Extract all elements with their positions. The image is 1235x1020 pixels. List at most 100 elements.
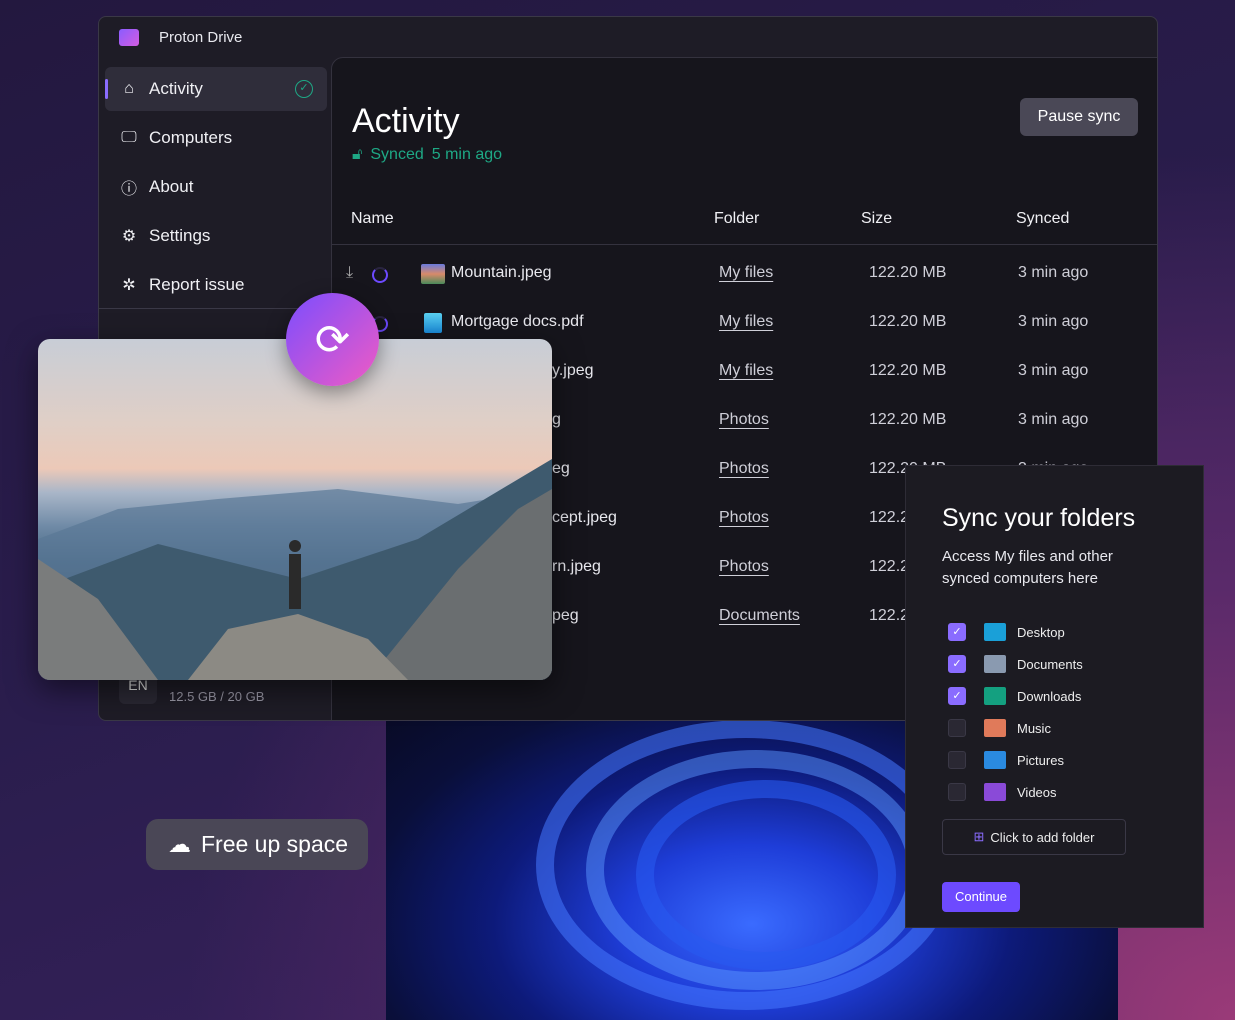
continue-button[interactable]: Continue (942, 882, 1020, 912)
folder-label: Music (1017, 720, 1051, 736)
column-header-folder[interactable]: Folder (714, 210, 759, 228)
checkbox[interactable]: ✓ (948, 655, 966, 673)
file-name: Mortgage docs.pdf (451, 313, 584, 330)
folder-link[interactable]: Photos (719, 509, 769, 527)
sidebar-item-label: Computers (149, 128, 233, 147)
pause-sync-button[interactable]: Pause sync (1020, 98, 1138, 136)
lock-icon: 🔓︎ (352, 146, 363, 163)
sidebar-nav: ⌂ Activity ✓ 🖵 Computers ⓘ About ⚙ Settings ✲… (105, 67, 327, 312)
image-thumbnail-icon (421, 264, 445, 284)
table-row[interactable]: ⤓ Mountain.jpeg My files 122.20 MB 3 min… (332, 250, 1157, 299)
cloud-icon: ☁ (168, 831, 191, 857)
folder-icon (984, 719, 1006, 737)
folder-label: Downloads (1017, 688, 1082, 704)
sidebar-item-activity[interactable]: ⌂ Activity ✓ (105, 67, 327, 111)
check-circle-icon: ✓ (295, 80, 313, 98)
title-bar: Proton Drive (99, 17, 1157, 57)
file-size: 122.20 MB (869, 313, 947, 330)
checkbox[interactable] (948, 751, 966, 769)
file-size: 122.2 (869, 509, 910, 526)
sidebar-item-computers[interactable]: 🖵 Computers (105, 116, 327, 160)
synced-time: 3 min ago (1018, 264, 1089, 281)
page-title: Activity (352, 102, 460, 140)
synced-time: 3 min ago (1018, 362, 1089, 379)
file-size: 122.20 MB (869, 264, 947, 281)
folder-label: Desktop (1017, 624, 1065, 640)
file-size: 122.20 MB (869, 411, 947, 428)
column-header-name[interactable]: Name (351, 210, 394, 228)
sync-folders-panel: Sync your folders Access My files and ot… (905, 465, 1204, 928)
mountain-illustration (38, 459, 552, 680)
info-icon: ⓘ (120, 181, 137, 198)
file-name: rn.jpeg (552, 558, 601, 575)
mountain-photo (38, 339, 552, 680)
file-name: peg (552, 607, 579, 624)
sync-icon: ⟳ (286, 293, 379, 386)
folder-option[interactable]: Videos (948, 782, 1057, 802)
panel-title: Sync your folders (942, 504, 1136, 532)
synced-time: 3 min ago (1018, 313, 1089, 330)
folder-option[interactable]: ✓ Documents (948, 654, 1083, 674)
loading-spinner-icon (372, 267, 388, 283)
image-file-icon (424, 313, 442, 333)
folder-link[interactable]: Photos (719, 411, 769, 429)
folder-icon (984, 655, 1006, 673)
file-name: g (552, 411, 561, 428)
free-up-label: Free up space (201, 831, 349, 857)
folder-link[interactable]: Documents (719, 607, 800, 625)
status-text: Synced (370, 146, 424, 163)
folder-label: Pictures (1017, 752, 1064, 768)
folder-add-icon: ⊞ (973, 829, 985, 844)
folder-link[interactable]: My files (719, 264, 773, 282)
file-size: 122.20 MB (869, 362, 947, 379)
file-name: cept.jpeg (552, 509, 617, 526)
sidebar-item-label: About (149, 177, 194, 196)
folder-icon (984, 751, 1006, 769)
column-header-size[interactable]: Size (861, 210, 892, 228)
monitor-icon: 🖵 (121, 129, 137, 146)
folder-option[interactable]: ✓ Desktop (948, 622, 1065, 642)
checkbox[interactable]: ✓ (948, 623, 966, 641)
proton-drive-logo-icon (119, 28, 139, 46)
download-icon: ⤓ (346, 264, 354, 281)
sidebar-item-settings[interactable]: ⚙ Settings (105, 214, 327, 258)
home-icon: ⌂ (124, 80, 134, 97)
file-size: 122.2 (869, 558, 910, 575)
gear-icon: ⚙ (121, 228, 137, 245)
sync-status: 🔓︎ Synced 5 min ago (352, 146, 502, 164)
file-name: eg (552, 460, 570, 477)
folder-link[interactable]: Photos (719, 558, 769, 576)
folder-label: Videos (1017, 784, 1057, 800)
folder-option[interactable]: Music (948, 718, 1051, 738)
checkbox[interactable] (948, 783, 966, 801)
bug-icon: ✲ (122, 277, 136, 294)
sidebar-item-report-issue[interactable]: ✲ Report issue (105, 263, 327, 307)
checkbox[interactable] (948, 719, 966, 737)
folder-option[interactable]: Pictures (948, 750, 1064, 770)
folder-icon (984, 687, 1006, 705)
folder-link[interactable]: My files (719, 362, 773, 380)
column-header-synced[interactable]: Synced (1016, 210, 1069, 228)
synced-time: 3 min ago (1018, 411, 1089, 428)
folder-icon (984, 783, 1006, 801)
sidebar-item-label: Report issue (149, 275, 245, 294)
folder-label: Documents (1017, 656, 1083, 672)
folder-icon (984, 623, 1006, 641)
folder-link[interactable]: My files (719, 313, 773, 331)
checkbox[interactable]: ✓ (948, 687, 966, 705)
free-up-space-button[interactable]: ☁ Free up space (146, 819, 368, 870)
folder-link[interactable]: Photos (719, 460, 769, 478)
file-name: Mountain.jpeg (451, 264, 552, 281)
file-size: 122.2 (869, 607, 910, 624)
add-folder-button[interactable]: ⊞ Click to add folder (942, 819, 1126, 855)
add-folder-label: Click to add folder (990, 829, 1095, 845)
header-divider (332, 244, 1157, 245)
app-title: Proton Drive (159, 28, 243, 46)
panel-description: Access My files and other synced compute… (942, 548, 1113, 587)
sidebar-item-about[interactable]: ⓘ About (105, 165, 327, 209)
file-name: y.jpeg (552, 362, 594, 379)
storage-usage: 12.5 GB / 20 GB (169, 689, 265, 704)
sidebar-item-label: Activity (149, 79, 203, 98)
folder-option[interactable]: ✓ Downloads (948, 686, 1081, 706)
last-sync-time: 5 min ago (431, 146, 503, 163)
